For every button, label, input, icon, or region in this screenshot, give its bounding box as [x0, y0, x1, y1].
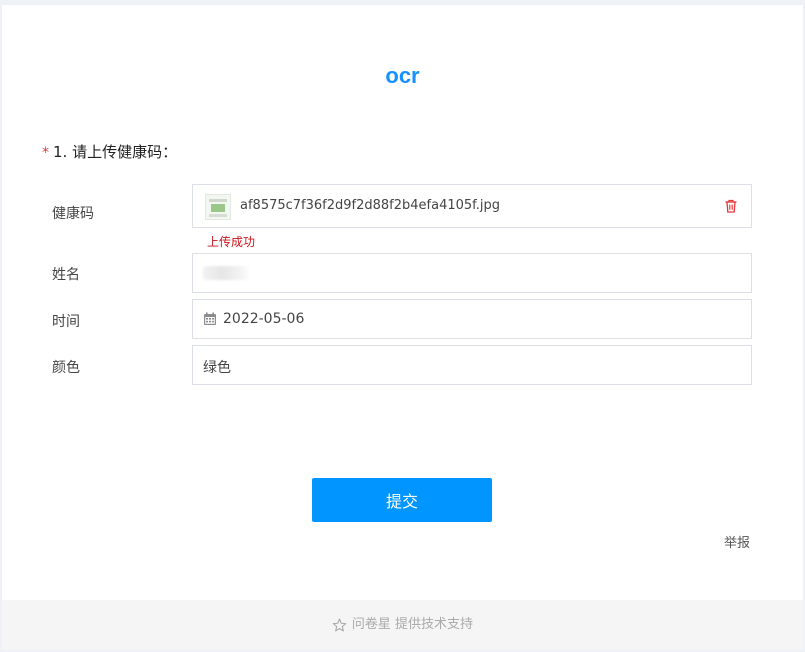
- star-icon: [332, 618, 347, 631]
- survey-card: ocr * 1. 请上传健康码： 健康码 af8575c7f36f2d9f2d88…: [2, 5, 803, 650]
- submit-button[interactable]: 提交: [312, 478, 492, 522]
- report-link[interactable]: 举报: [724, 532, 750, 551]
- question-text: 1. 请上传健康码：: [53, 143, 178, 161]
- question-title: * 1. 请上传健康码：: [42, 141, 177, 162]
- color-value: 绿色: [203, 360, 231, 376]
- name-label: 姓名: [52, 267, 80, 283]
- required-mark: *: [42, 145, 49, 161]
- footer-text[interactable]: 问卷星 提供技术支持: [352, 617, 473, 632]
- color-input[interactable]: 绿色: [192, 345, 752, 385]
- page-title: ocr: [385, 63, 420, 88]
- name-input[interactable]: [192, 253, 752, 293]
- time-label: 时间: [52, 314, 80, 330]
- image-thumbnail-icon[interactable]: [205, 194, 231, 220]
- redacted-name-value: [203, 266, 251, 280]
- color-label: 颜色: [52, 360, 80, 376]
- date-input[interactable]: 2022-05-06: [192, 299, 752, 339]
- health-code-label: 健康码: [52, 206, 94, 222]
- footer: 问卷星 提供技术支持: [2, 600, 803, 650]
- upload-status-text: 上传成功: [207, 235, 256, 249]
- uploaded-file-name: af8575c7f36f2d9f2d88f2b4efa4105f.jpg: [240, 198, 501, 213]
- calendar-icon: [204, 312, 216, 325]
- date-value: 2022-05-06: [223, 311, 305, 327]
- trash-icon[interactable]: [723, 198, 739, 214]
- health-code-upload[interactable]: af8575c7f36f2d9f2d88f2b4efa4105f.jpg: [192, 184, 752, 228]
